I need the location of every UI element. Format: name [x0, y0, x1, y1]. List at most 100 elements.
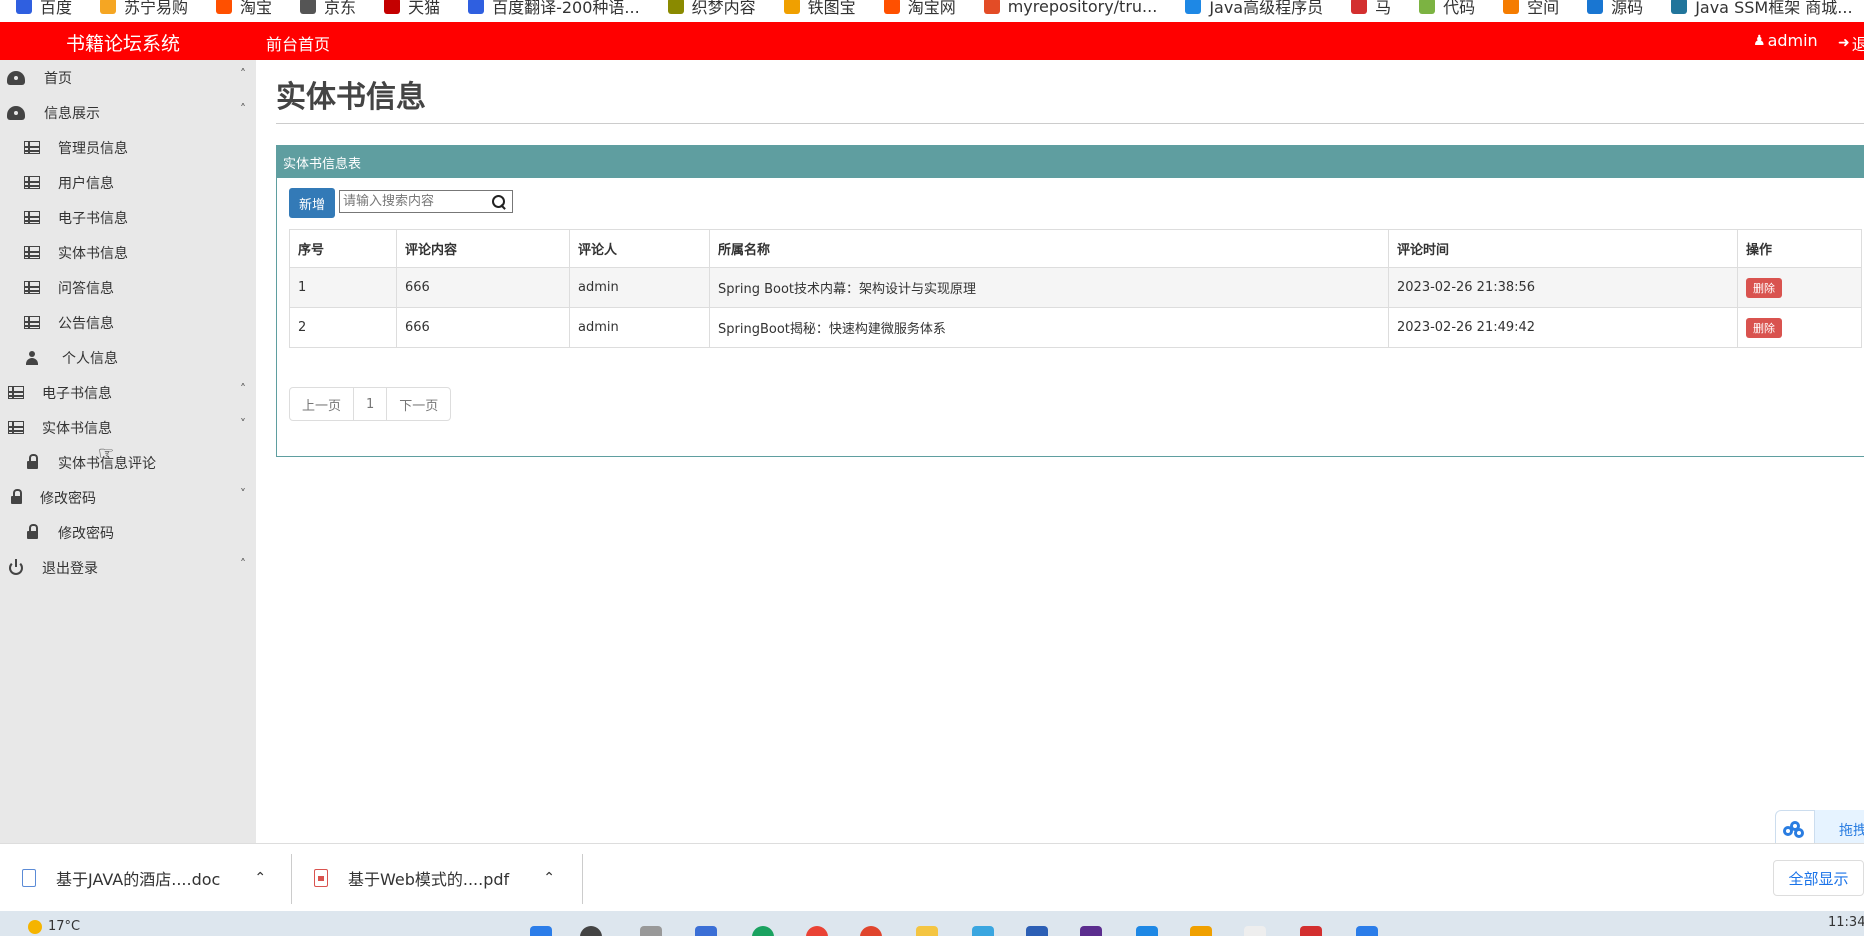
task-view-icon[interactable]	[640, 926, 662, 936]
sidebar-item[interactable]: 信息展示 ˄	[0, 95, 256, 130]
bookmark-item[interactable]: 百度	[16, 0, 72, 18]
column-header: 评论人	[569, 229, 710, 268]
chevron-down-icon[interactable]: ˅	[240, 417, 246, 431]
dashboard-icon	[6, 70, 26, 86]
bookmark-item[interactable]: 苏宁易购	[100, 0, 188, 18]
app-icon[interactable]	[1300, 926, 1322, 936]
app-icon[interactable]	[972, 926, 994, 936]
sidebar-item-label: 个人信息	[62, 350, 118, 367]
weather-widget[interactable]: 17°C	[28, 919, 80, 934]
table-icon	[22, 140, 42, 156]
bookmark-item[interactable]: 京东	[300, 0, 356, 18]
bookmark-item[interactable]: 马	[1351, 0, 1391, 18]
user-icon: ♟	[1753, 32, 1766, 49]
bookmark-item[interactable]: 淘宝	[216, 0, 272, 18]
sidebar-item[interactable]: 实体书信息 ˅	[0, 410, 256, 445]
column-header: 评论时间	[1388, 229, 1738, 268]
sidebar-item-label: 电子书信息	[42, 385, 112, 402]
search-input[interactable]	[340, 191, 490, 212]
cell-time: 2023-02-26 21:49:42	[1388, 307, 1738, 348]
page-number-button[interactable]: 1	[354, 388, 388, 420]
sidebar-item[interactable]: 用户信息	[0, 165, 256, 200]
lock-icon	[6, 489, 26, 506]
user-menu[interactable]: ♟ admin	[1753, 31, 1818, 50]
chevron-down-icon[interactable]: ˅	[240, 487, 246, 501]
bookmark-item[interactable]: 百度翻译-200种语...	[468, 0, 640, 18]
sidebar-item[interactable]: 首页 ˄	[0, 60, 256, 95]
app-icon[interactable]	[695, 926, 717, 936]
chevron-up-icon[interactable]: ⌃	[543, 870, 555, 886]
sidebar-item-label: 实体书信息	[58, 245, 128, 262]
clock[interactable]: 11:34	[1828, 915, 1864, 930]
browser-icon[interactable]	[860, 926, 882, 936]
table-icon	[6, 385, 26, 401]
edge-icon[interactable]	[752, 926, 774, 936]
bookmark-item[interactable]: 源码	[1587, 0, 1643, 18]
prev-page-button[interactable]: 上一页	[290, 388, 355, 420]
cell-user: admin	[569, 307, 710, 348]
sidebar-item[interactable]: 退出登录 ˄	[0, 550, 256, 585]
bookmark-item[interactable]: 铁图宝	[783, 0, 856, 18]
app-icon[interactable]	[1136, 926, 1158, 936]
cell-action: 删除	[1737, 267, 1862, 308]
table-icon	[22, 315, 42, 331]
table-icon	[22, 175, 42, 191]
bookmark-item[interactable]: 代码	[1419, 0, 1475, 18]
taskbar: 17°C 11:34	[0, 911, 1864, 936]
app-icon[interactable]	[1356, 926, 1378, 936]
bookmark-item[interactable]: 织梦内容	[667, 0, 756, 18]
bookmark-item[interactable]: myrepository/tru...	[983, 0, 1157, 16]
chrome-icon[interactable]	[806, 926, 828, 936]
sidebar-item[interactable]: 实体书信息	[0, 235, 256, 270]
delete-button[interactable]: 删除	[1746, 277, 1782, 298]
sidebar-item[interactable]: 电子书信息 ˄	[0, 375, 256, 410]
panel-title: 实体书信息表	[277, 146, 1864, 178]
download-item[interactable]: 基于Web模式的....pdf ⌃	[314, 844, 555, 912]
bookmark-icon	[1185, 0, 1202, 14]
ide-icon[interactable]	[1080, 926, 1102, 936]
chevron-up-icon[interactable]: ˄	[240, 382, 246, 396]
sidebar-item[interactable]: 个人信息	[0, 340, 256, 375]
bookmark-icon	[100, 0, 117, 14]
sidebar-item-label: 修改密码	[58, 525, 114, 542]
chevron-up-icon[interactable]: ˄	[240, 67, 246, 81]
sidebar-item[interactable]: 修改密码	[0, 515, 256, 550]
app-icon[interactable]	[1190, 926, 1212, 936]
logout-label: 退	[1851, 35, 1864, 54]
column-header: 所属名称	[709, 229, 1389, 268]
download-separator	[291, 854, 292, 904]
start-icon[interactable]	[530, 926, 552, 936]
home-link[interactable]: 前台首页	[266, 31, 330, 55]
bookmark-item[interactable]: 空间	[1503, 0, 1559, 18]
chevron-up-icon[interactable]: ˄	[240, 557, 246, 571]
bookmark-item[interactable]: Java SSM框架 商城...	[1671, 0, 1853, 18]
cloud-icon	[1783, 821, 1807, 839]
app-icon[interactable]	[1244, 926, 1266, 936]
column-header: 序号	[289, 229, 397, 268]
sidebar-item[interactable]: 公告信息	[0, 305, 256, 340]
delete-button[interactable]: 删除	[1746, 317, 1782, 338]
bookmark-icon	[384, 0, 401, 14]
sidebar-item[interactable]: 电子书信息	[0, 200, 256, 235]
add-button[interactable]: 新增	[289, 188, 335, 218]
logout-link[interactable]: ➜ 退	[1838, 31, 1864, 55]
folder-icon[interactable]	[916, 926, 938, 936]
bookmark-item[interactable]: 淘宝网	[883, 0, 956, 18]
search-icon[interactable]	[492, 194, 506, 209]
bookmark-item[interactable]: 天猫	[384, 0, 440, 18]
sidebar-item[interactable]: 管理员信息	[0, 130, 256, 165]
bookmark-item[interactable]: Java高级程序员	[1185, 0, 1323, 18]
download-item[interactable]: 基于JAVA的酒店....doc ⌃	[22, 844, 266, 912]
sidebar-item[interactable]: 问答信息	[0, 270, 256, 305]
app-icon[interactable]	[1026, 926, 1048, 936]
pdf-file-icon	[314, 869, 328, 887]
sidebar-item-label: 退出登录	[42, 560, 98, 577]
show-all-button[interactable]: 全部显示	[1773, 860, 1864, 896]
sidebar-item[interactable]: 修改密码 ˅	[0, 480, 256, 515]
search-icon[interactable]	[580, 926, 602, 936]
next-page-button[interactable]: 下一页	[387, 388, 450, 420]
table-icon	[22, 210, 42, 226]
chevron-up-icon[interactable]: ⌃	[254, 870, 266, 886]
sidebar-item[interactable]: 实体书信息评论	[0, 445, 256, 480]
chevron-up-icon[interactable]: ˄	[240, 102, 246, 116]
